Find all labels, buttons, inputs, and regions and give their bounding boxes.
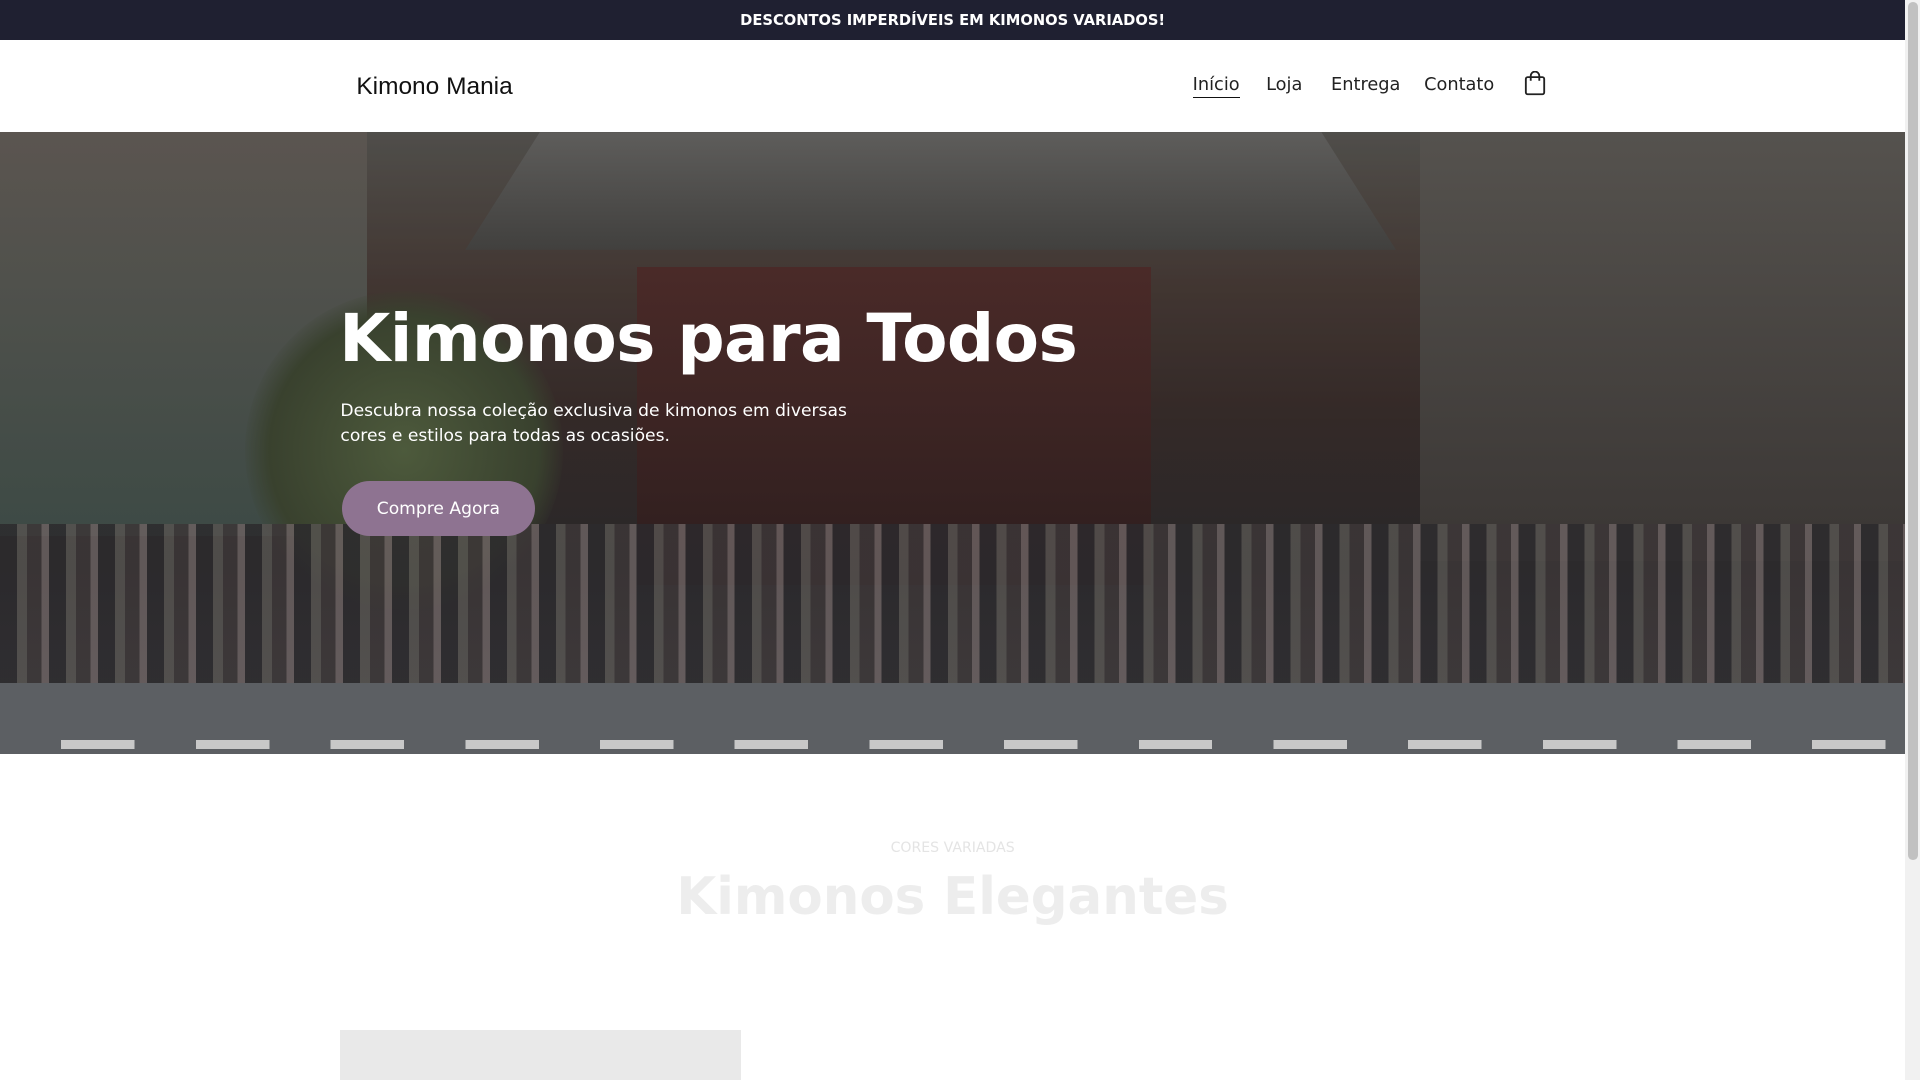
hero-background-roof <box>465 132 1396 250</box>
site-logo[interactable]: Kimono Mania <box>356 73 512 101</box>
hero-background-crowd <box>0 524 1906 684</box>
nav-entrega[interactable]: Entrega <box>1331 75 1400 95</box>
hero-banner <box>0 132 1906 755</box>
hero-subtitle: Descubra nossa coleção exclusiva de kimo… <box>340 401 847 446</box>
site-header: Kimono Mania Início Loja Entrega Contato <box>0 40 1906 133</box>
nav-loja[interactable]: Loja <box>1266 75 1302 95</box>
nav-inicio[interactable]: Início <box>1192 75 1240 99</box>
product-card-image[interactable] <box>340 1029 741 1080</box>
shopping-bag-icon[interactable] <box>1524 71 1546 96</box>
announcement-bar: DESCONTOS IMPERDÍVEIS EM KIMONOS VARIADO… <box>0 0 1906 41</box>
nav-contato[interactable]: Contato <box>1424 75 1494 95</box>
scrollbar-thumb[interactable] <box>1907 2 1918 860</box>
hero-title: Kimonos para Todos <box>339 300 1078 377</box>
section-eyebrow: CORES VARIADAS <box>890 840 1015 856</box>
announcement-text: DESCONTOS IMPERDÍVEIS EM KIMONOS VARIADO… <box>740 11 1166 29</box>
hero-background-crosswalk <box>0 739 1906 750</box>
shop-now-button[interactable]: Compre Agora <box>341 481 536 537</box>
scrollbar[interactable] <box>1905 0 1920 1080</box>
hero-background-building <box>1420 132 1906 561</box>
section-title: Kimonos Elegantes <box>676 866 1229 927</box>
